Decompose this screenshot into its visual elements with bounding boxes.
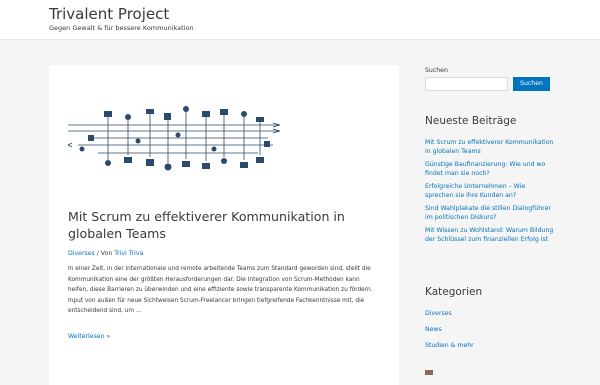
post-card: Mit Scrum zu effektiverer Kommunikation … [49,65,399,385]
search-button[interactable]: Suchen [513,77,550,91]
categories-heading: Kategorien [425,286,483,298]
recent-post-link[interactable]: Erfolgreiche Unternehmen – Wie sprechen … [425,183,525,199]
partial-image-icon [425,370,433,375]
site-header: Trivalent Project Gegen Gewalt & für bes… [0,0,600,40]
category-item[interactable]: Studien & mehr [425,342,555,351]
recent-post-item[interactable]: Sind Wahlplakate die stillen Dialogführe… [425,205,555,222]
recent-post-item[interactable]: Günstige Baufinanzierung: Wie und wo fin… [425,161,555,178]
categories-list: Diverses News Studien & mehr [425,310,555,359]
recent-post-item[interactable]: Mit Scrum zu effektiverer Kommunikation … [425,139,555,156]
search-input[interactable] [425,77,508,91]
recent-post-link[interactable]: Günstige Baufinanzierung: Wie und wo fin… [425,161,545,177]
search-label: Suchen [425,67,448,74]
category-item[interactable]: News [425,326,555,335]
post-meta: Diverses / Von Trivi Triva [68,250,143,258]
recent-post-item[interactable]: Mit Wissen zu Wohlstand: Warum Bildung d… [425,227,555,244]
post-meta-separator: / Von [94,250,115,257]
site-description: Gegen Gewalt & für bessere Kommunikation [49,24,194,32]
recent-posts-heading: Neueste Beiträge [425,115,517,127]
recent-posts-list: Mit Scrum zu effektiverer Kommunikation … [425,139,555,249]
site-title[interactable]: Trivalent Project [49,5,169,23]
post-title[interactable]: Mit Scrum zu effektiverer Kommunikation … [68,208,378,242]
category-item[interactable]: Diverses [425,310,555,319]
category-link[interactable]: Studien & mehr [425,342,474,349]
post-category-link[interactable]: Diverses [68,250,95,257]
recent-post-item[interactable]: Erfolgreiche Unternehmen – Wie sprechen … [425,183,555,200]
team-communication-illustration[interactable] [68,105,280,175]
post-author-link[interactable]: Trivi Triva [114,250,143,257]
recent-post-link[interactable]: Mit Wissen zu Wohlstand: Warum Bildung d… [425,227,553,243]
recent-post-link[interactable]: Mit Scrum zu effektiverer Kommunikation … [425,139,553,155]
recent-post-link[interactable]: Sind Wahlplakate die stillen Dialogführe… [425,205,551,221]
category-link[interactable]: Diverses [425,310,452,317]
read-more-link[interactable]: Weiterlesen » [68,333,110,341]
post-excerpt: In einer Zeit, in der internationale und… [68,266,373,314]
category-link[interactable]: News [425,326,442,333]
